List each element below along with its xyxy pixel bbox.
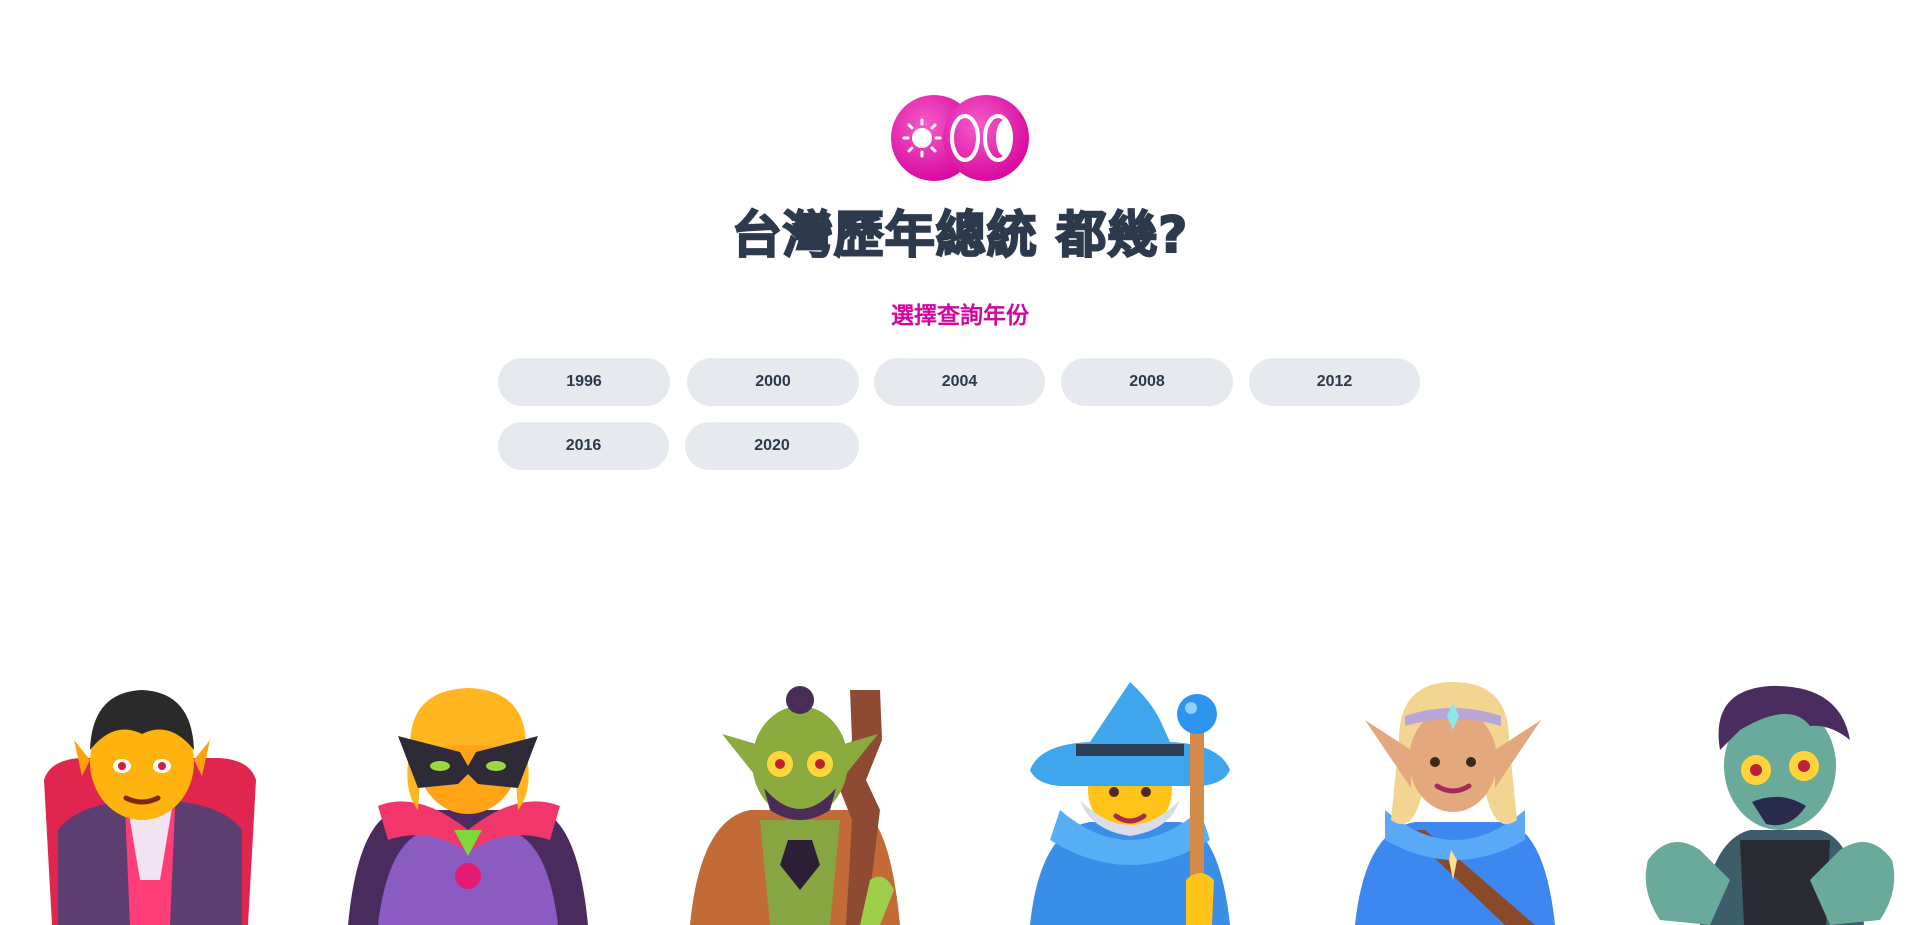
year-button-2000[interactable]: 2000 xyxy=(687,358,859,406)
vampire-icon xyxy=(20,680,280,925)
year-button-1996[interactable]: 1996 xyxy=(498,358,670,406)
year-button-2016[interactable]: 2016 xyxy=(498,422,669,470)
page: 台灣歷年總統 都幾? 選擇查詢年份 1996 2000 2004 2008 20… xyxy=(0,0,1920,925)
mage-icon xyxy=(1000,680,1260,925)
year-button-2004[interactable]: 2004 xyxy=(874,358,1045,406)
elf-icon xyxy=(1325,680,1585,925)
page-title: 台灣歷年總統 都幾? xyxy=(731,205,1189,265)
sun-moon-logo-icon xyxy=(890,94,1030,182)
supervillain-icon xyxy=(338,680,598,925)
troll-icon xyxy=(670,680,930,925)
page-subtitle: 選擇查詢年份 xyxy=(891,303,1029,329)
year-button-2020[interactable]: 2020 xyxy=(685,422,859,470)
year-button-2008[interactable]: 2008 xyxy=(1061,358,1233,406)
year-button-2012[interactable]: 2012 xyxy=(1249,358,1420,406)
zombie-icon xyxy=(1640,680,1900,925)
